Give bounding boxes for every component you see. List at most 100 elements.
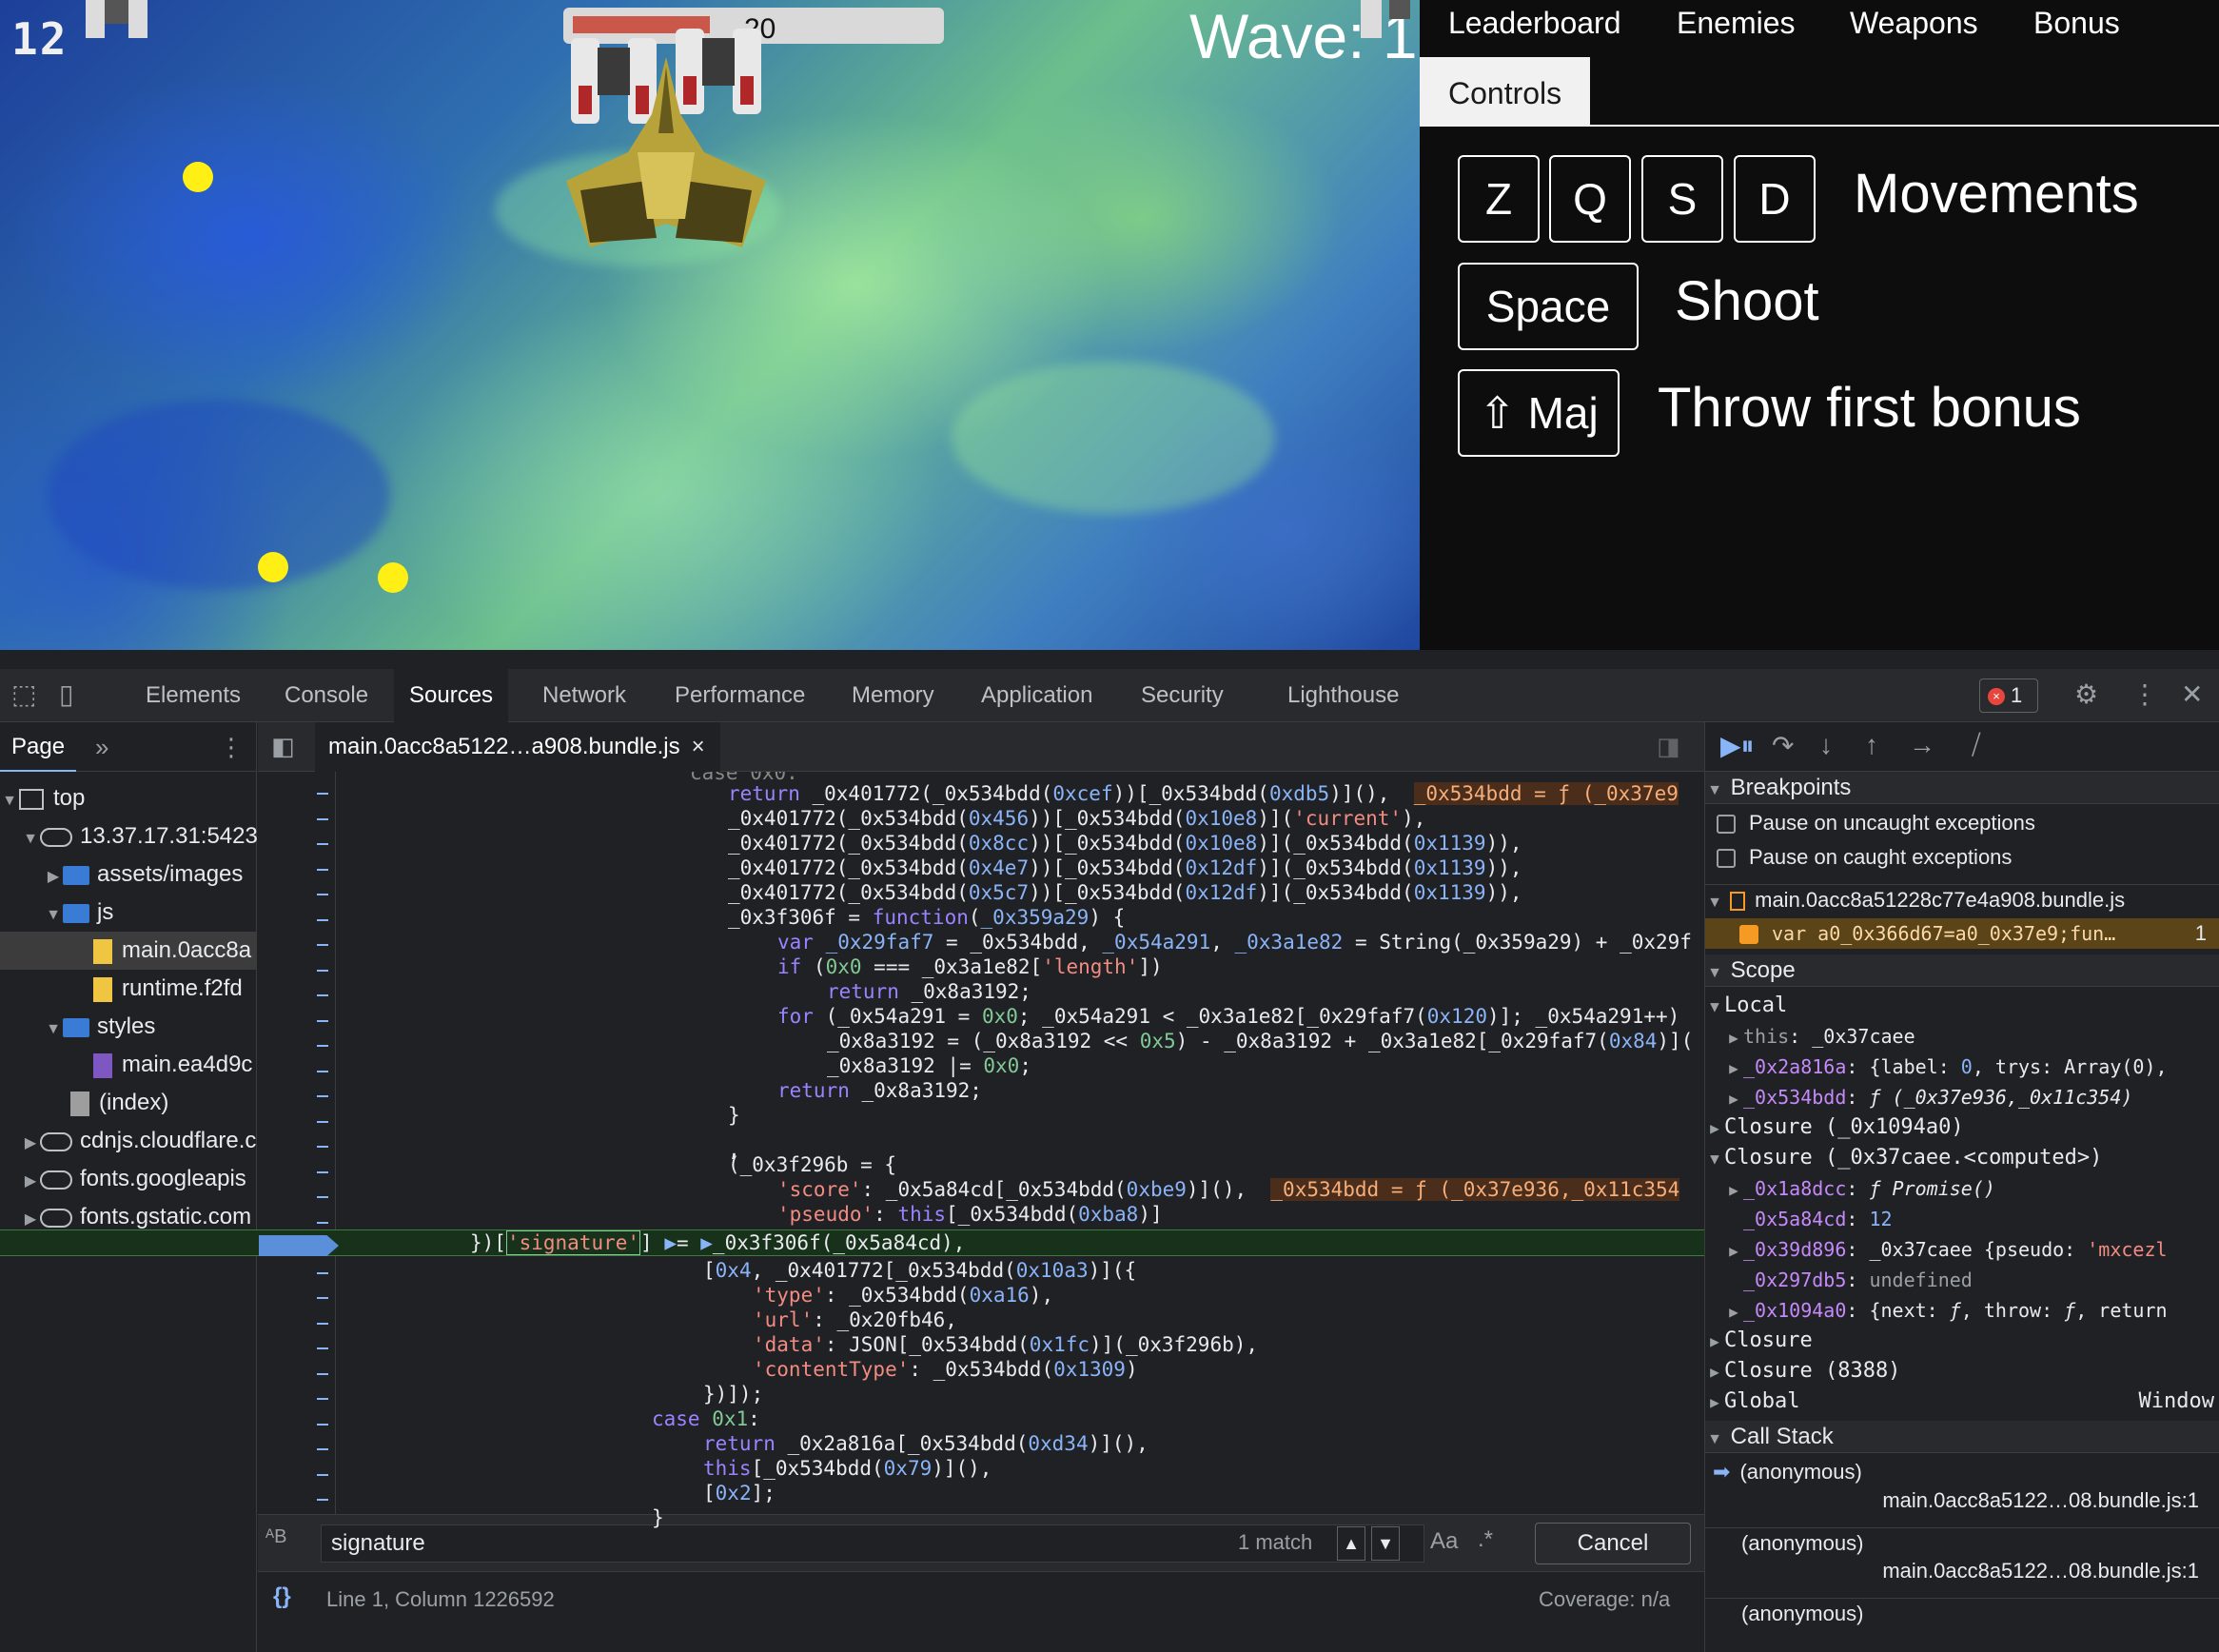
scope-local[interactable]: ▼ Local	[1705, 991, 2219, 1021]
cloud-icon	[40, 1170, 72, 1190]
line-marker	[317, 1095, 328, 1097]
debugger-sidebar: ▶⏸ ↷ ↓ ↑ → ⧸ ▼ Breakpoints Pause on unca…	[1704, 722, 2219, 1652]
more-tabs-icon[interactable]: »	[95, 722, 108, 772]
expand-triangle-icon: ▼	[23, 831, 38, 847]
line-marker	[317, 1221, 328, 1224]
replace-toggle-icon[interactable]: ᴬB	[265, 1526, 286, 1548]
close-devtools-icon[interactable]: ✕	[2181, 678, 2203, 710]
scope-global[interactable]: ▶ Global Window	[1705, 1386, 2219, 1417]
tab-lighthouse[interactable]: Lighthouse	[1272, 669, 1414, 722]
scope-closure[interactable]: ▼ Closure (_0x37caee.<computed>)	[1705, 1143, 2219, 1173]
tab-sources[interactable]: Sources	[394, 669, 509, 722]
key-space: Space	[1458, 263, 1639, 350]
toggle-debugger-icon[interactable]: ◨	[1657, 732, 1680, 761]
pause-caught-row[interactable]: Pause on caught exceptions	[1705, 842, 2219, 873]
breakpoint-file-row[interactable]: ▼ main.0acc8a51228c77e4a908.bundle.js	[1705, 884, 2219, 914]
toggle-navigator-icon[interactable]: ◧	[271, 732, 295, 761]
tree-item-main-js[interactable]: main.0acc8a	[0, 932, 257, 970]
tree-item-js[interactable]: ▼ js	[0, 894, 257, 932]
collapsed-triangle-icon: ▶	[1729, 1181, 1738, 1199]
pause-uncaught-checkbox[interactable]	[1717, 815, 1736, 835]
cloud-icon	[40, 1131, 72, 1151]
file-tab-label: main.0acc8a5122…a908.bundle.js	[328, 734, 680, 759]
nebula-cloud	[48, 400, 390, 590]
scope-var[interactable]: ▶ this: _0x37caee	[1705, 1021, 2219, 1052]
shoot-label: Shoot	[1675, 270, 1819, 332]
tab-memory[interactable]: Memory	[836, 669, 950, 722]
call-frame-location[interactable]: main.0acc8a5122…08.bundle.js:1	[1705, 1556, 2219, 1586]
breakpoint-checkbox[interactable]	[1739, 925, 1758, 945]
inspect-element-icon[interactable]: ⬚	[11, 678, 36, 710]
more-options-icon[interactable]: ⋮	[2131, 678, 2158, 710]
collapsed-triangle-icon: ▶	[1710, 1332, 1719, 1350]
close-tab-icon[interactable]: ×	[692, 734, 705, 759]
tab-performance[interactable]: Performance	[659, 669, 820, 722]
tree-item-cdnjs[interactable]: ▶ cdnjs.cloudflare.c	[0, 1122, 257, 1160]
scope-closure[interactable]: ▶ Closure (_0x1094a0)	[1705, 1112, 2219, 1143]
tab-leaderboard[interactable]: Leaderboard	[1448, 0, 1620, 55]
code-line: var _0x29faf7 = _0x534bdd, _0x54a291, _0…	[777, 931, 1692, 954]
line-gutter[interactable]	[258, 772, 336, 1526]
pause-uncaught-row[interactable]: Pause on uncaught exceptions	[1705, 808, 2219, 838]
device-toolbar-icon[interactable]: ▯	[59, 678, 73, 710]
tree-item-main-css[interactable]: main.ea4d9c	[0, 1046, 257, 1084]
tab-security[interactable]: Security	[1126, 669, 1239, 722]
navigator-header: Page » ⋮	[0, 722, 257, 772]
breakpoints-header[interactable]: ▼ Breakpoints	[1705, 772, 2219, 804]
scope-var[interactable]: _0x5a84cd: 12	[1705, 1204, 2219, 1234]
settings-gear-icon[interactable]: ⚙	[2074, 678, 2098, 710]
breakpoint-row[interactable]: var a0_0x366d67=a0_0x37e9;fun… 1	[1705, 918, 2219, 949]
expand-triangle-icon: ▼	[1707, 782, 1722, 798]
tab-enemies[interactable]: Enemies	[1677, 0, 1796, 55]
tree-item-assets[interactable]: ▶ assets/images	[0, 856, 257, 894]
tab-weapons[interactable]: Weapons	[1850, 0, 1978, 55]
nebula-cloud	[952, 362, 1275, 514]
scope-header[interactable]: ▼ Scope	[1705, 954, 2219, 987]
navigator-menu-icon[interactable]: ⋮	[219, 722, 244, 772]
pretty-print-icon[interactable]: {}	[273, 1583, 291, 1610]
step-over-icon[interactable]: ↷	[1772, 730, 1794, 761]
call-stack-header[interactable]: ▼ Call Stack	[1705, 1421, 2219, 1453]
tab-bonus[interactable]: Bonus	[2033, 0, 2120, 55]
collapsed-triangle-icon: ▶	[1729, 1303, 1738, 1321]
tab-network[interactable]: Network	[527, 669, 641, 722]
tree-item-index[interactable]: (index)	[0, 1084, 257, 1122]
scope-var[interactable]: ▶ _0x1094a0: {next: ƒ, throw: ƒ, return	[1705, 1295, 2219, 1326]
code-area-lower[interactable]: [0x4, _0x401772[_0x534bdd(0x10a3)]({ 'ty…	[338, 1258, 1704, 1544]
step-icon[interactable]: →	[1909, 730, 1935, 760]
key-shift: ⇧ Maj	[1458, 369, 1620, 457]
tree-item-styles[interactable]: ▼ styles	[0, 1008, 257, 1046]
tab-controls[interactable]: Controls	[1420, 57, 1591, 127]
tab-application[interactable]: Application	[966, 669, 1108, 722]
scope-var[interactable]: ▶ _0x534bdd: ƒ (_0x37e936,_0x11c354)	[1705, 1082, 2219, 1112]
scope-closure[interactable]: ▶ Closure	[1705, 1326, 2219, 1356]
line-marker	[317, 1473, 328, 1476]
call-frame-location[interactable]: main.0acc8a5122…08.bundle.js:1	[1705, 1485, 2219, 1516]
pause-caught-checkbox[interactable]	[1717, 849, 1736, 869]
tab-page[interactable]: Page	[0, 722, 77, 772]
tree-item-origin[interactable]: ▼ 13.37.17.31:5423	[0, 817, 257, 856]
call-frame[interactable]: (anonymous)	[1705, 1598, 2219, 1628]
deactivate-breakpoints-icon[interactable]: ⧸	[1972, 730, 1981, 761]
call-frame[interactable]: (anonymous)	[1705, 1527, 2219, 1558]
call-frame[interactable]: ➡ (anonymous)	[1705, 1457, 2219, 1487]
collapsed-triangle-icon: ▶	[1729, 1059, 1738, 1077]
error-count-badge[interactable]: × 1	[1979, 678, 2038, 713]
step-out-icon[interactable]: ↑	[1865, 730, 1878, 760]
resume-icon[interactable]: ▶⏸	[1720, 730, 1755, 762]
step-into-icon[interactable]: ↓	[1819, 730, 1833, 760]
scope-var[interactable]: _0x297db5: undefined	[1705, 1265, 2219, 1295]
game-canvas[interactable]: 12 20 Wave: 1	[0, 0, 1420, 650]
cursor-position: Line 1, Column 1226592	[326, 1587, 555, 1611]
tree-item-runtime-js[interactable]: runtime.f2fd	[0, 970, 257, 1008]
scope-var[interactable]: ▶ _0x1a8dcc: ƒ Promise()	[1705, 1173, 2219, 1204]
tab-console[interactable]: Console	[269, 669, 383, 722]
tab-elements[interactable]: Elements	[130, 669, 256, 722]
file-tab[interactable]: main.0acc8a5122…a908.bundle.js ×	[315, 722, 720, 772]
tree-item-googleapis[interactable]: ▶ fonts.googleapis	[0, 1160, 257, 1198]
tree-item-top[interactable]: ▼ top	[0, 779, 257, 817]
scope-closure[interactable]: ▶ Closure (8388)	[1705, 1356, 2219, 1386]
scope-var[interactable]: ▶ _0x2a816a: {label: 0, trys: Array(0),	[1705, 1052, 2219, 1082]
scope-var[interactable]: ▶ _0x39d896: _0x37caee {pseudo: 'mxcezl	[1705, 1234, 2219, 1265]
code-line: 'url': _0x20fb46,	[753, 1308, 957, 1331]
